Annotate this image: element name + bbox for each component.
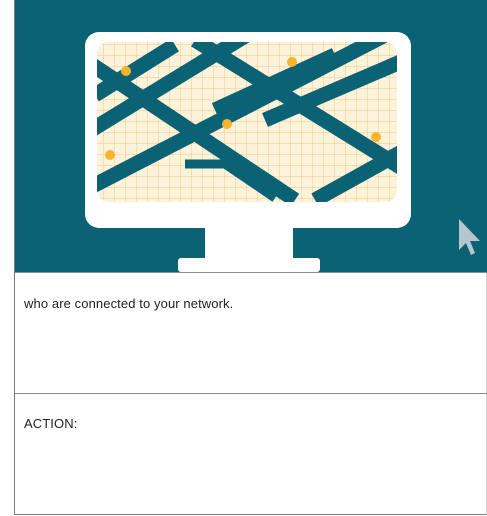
divider (15, 393, 487, 394)
action-label: ACTION: (24, 416, 78, 431)
description-text: who are connected to your network. (24, 296, 234, 311)
mouse-pointer-icon (459, 219, 480, 255)
monitor-network-icon (85, 32, 480, 272)
flashcard: who are connected to your network. ACTIO… (14, 0, 487, 515)
divider (15, 272, 487, 273)
monitor-stand (178, 258, 320, 272)
monitor-neck (205, 228, 293, 260)
screen (97, 42, 397, 202)
illustration-panel (15, 0, 487, 272)
